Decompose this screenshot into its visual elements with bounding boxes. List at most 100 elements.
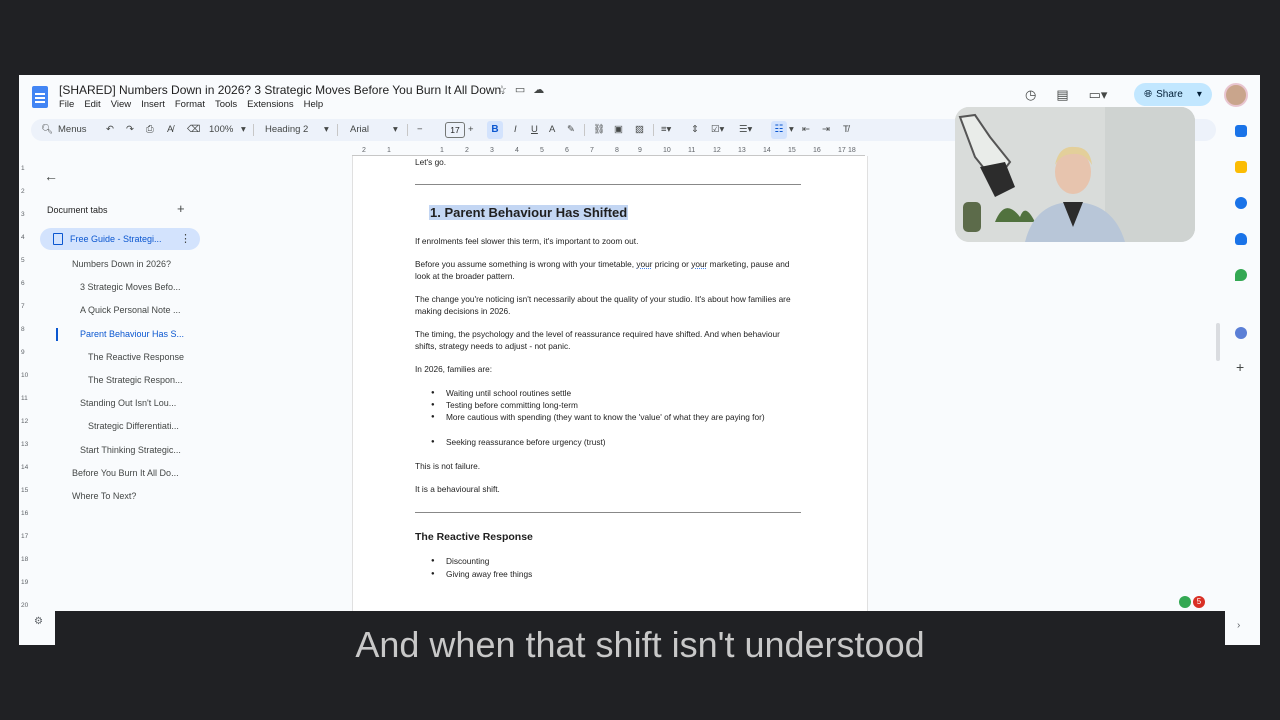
ruler-tick: 17 (838, 147, 846, 154)
increase-indent-icon[interactable]: ⇥ (822, 124, 830, 135)
menu-file[interactable]: File (59, 99, 74, 110)
outline-item[interactable]: A Quick Personal Note ... (80, 305, 181, 315)
vruler-tick: 20 (21, 602, 29, 609)
docs-logo-icon[interactable] (32, 86, 48, 108)
meet-icon[interactable]: ▭▾ (1089, 87, 1108, 103)
menu-insert[interactable]: Insert (141, 99, 165, 110)
highlight-icon[interactable]: ✎ (567, 124, 575, 135)
outline-item[interactable]: The Strategic Respon... (88, 375, 183, 385)
font-select[interactable]: Arial (350, 124, 369, 135)
bulleted-list-icon[interactable]: ☰▾ (739, 124, 752, 135)
calendar-icon[interactable] (1235, 125, 1247, 137)
underline-button[interactable]: U (531, 124, 538, 135)
print-icon[interactable]: ⎙ (146, 124, 154, 135)
font-size-input[interactable]: 17 (445, 122, 465, 138)
zoom-select[interactable]: 100% (209, 124, 233, 135)
comments-icon[interactable]: ▤ (1056, 87, 1068, 103)
vruler-tick: 14 (21, 464, 29, 471)
gemini-icon[interactable] (1235, 327, 1247, 339)
cloud-status-icon[interactable]: ☁ (533, 83, 544, 96)
outline-item[interactable]: Strategic Differentiati... (88, 421, 179, 431)
decrease-indent-icon[interactable]: ⇤ (802, 124, 810, 135)
outline-item[interactable]: The Reactive Response (88, 352, 184, 362)
font-chevron-icon[interactable]: ▾ (393, 124, 398, 135)
vruler-tick: 4 (21, 234, 25, 241)
share-button[interactable]: 🌐︎ Share ▾ (1134, 83, 1212, 106)
image-icon[interactable]: ▨ (635, 124, 644, 135)
avatar[interactable] (1224, 83, 1248, 107)
comment-icon[interactable]: ▣ (614, 124, 623, 135)
numbered-chevron-icon[interactable]: ▾ (789, 124, 794, 135)
redo-icon[interactable]: ↷ (126, 124, 134, 135)
link-icon[interactable]: ⛓ (593, 124, 605, 135)
outline-item[interactable]: 3 Strategic Moves Befo... (80, 282, 181, 292)
checklist-icon[interactable]: ☑▾ (711, 124, 724, 135)
header-actions: ◷ ▤ ▭▾ (1025, 87, 1107, 103)
paragraph: Before you assume something is wrong wit… (415, 258, 800, 282)
notification-badge[interactable]: 5 (1193, 596, 1205, 608)
vruler-tick: 7 (21, 303, 25, 310)
star-icon[interactable]: ☆ (497, 83, 507, 96)
history-icon[interactable]: ◷ (1025, 87, 1036, 103)
zoom-chevron-icon[interactable]: ▾ (241, 124, 246, 135)
globe-icon: 🌐︎ (1144, 89, 1153, 100)
menus-search[interactable]: Menus (58, 124, 87, 135)
tasks-icon[interactable] (1235, 197, 1247, 209)
decrease-font-icon[interactable]: − (417, 124, 423, 135)
outline-item[interactable]: Start Thinking Strategic... (80, 445, 181, 455)
keep-icon[interactable] (1235, 161, 1247, 173)
text-run: Before you assume something is wrong wit… (415, 259, 637, 269)
vertical-ruler[interactable]: 1 2 3 4 5 6 7 8 9 10 11 12 13 14 15 16 1… (21, 155, 29, 635)
add-tab-icon[interactable]: + (177, 201, 185, 216)
webcam-person-image (955, 107, 1195, 242)
menu-format[interactable]: Format (175, 99, 205, 110)
menu-tools[interactable]: Tools (215, 99, 237, 110)
chevron-down-icon[interactable]: ▾ (1197, 89, 1202, 100)
style-chevron-icon[interactable]: ▾ (324, 124, 329, 135)
style-select[interactable]: Heading 2 (265, 124, 308, 135)
bold-button[interactable]: B (487, 121, 503, 139)
explore-icon[interactable] (1179, 596, 1191, 608)
document-title[interactable]: [SHARED] Numbers Down in 2026? 3 Strateg… (59, 83, 505, 97)
outline-item[interactable]: Before You Burn It All Do... (72, 468, 179, 478)
ruler-tick: 7 (590, 147, 594, 154)
list-item: More cautious with spending (they want t… (431, 411, 802, 423)
outline-item[interactable]: Where To Next? (72, 491, 136, 501)
move-folder-icon[interactable]: ▭ (515, 83, 525, 96)
tab-free-guide[interactable]: Free Guide - Strategi... ⋮ (40, 228, 200, 250)
italic-button[interactable]: I (514, 124, 517, 135)
align-icon[interactable]: ≡▾ (661, 124, 671, 135)
menu-view[interactable]: View (111, 99, 131, 110)
outline-item-active[interactable]: Parent Behaviour Has S... (80, 329, 184, 339)
add-addon-icon[interactable]: + (1236, 359, 1244, 375)
numbered-list-icon[interactable]: ☷ (771, 121, 787, 139)
clear-formatting-icon[interactable]: T̸ (843, 124, 849, 135)
menu-extensions[interactable]: Extensions (247, 99, 293, 110)
paragraph: It is a behavioural shift. (415, 484, 500, 494)
menu-edit[interactable]: Edit (84, 99, 100, 110)
text-run: pricing or (652, 259, 692, 269)
ruler-tick: 15 (788, 147, 796, 154)
maps-icon[interactable] (1235, 269, 1247, 281)
menu-help[interactable]: Help (304, 99, 324, 110)
tab-label: Free Guide - Strategi... (70, 234, 162, 244)
search-icon[interactable]: 🔍︎ (41, 124, 53, 135)
outline-item[interactable]: Numbers Down in 2026? (72, 259, 171, 269)
paint-format-icon[interactable]: ⌫ (187, 124, 200, 135)
undo-icon[interactable]: ↶ (106, 124, 114, 135)
outline-item[interactable]: Standing Out Isn't Lou... (80, 398, 176, 408)
document-page[interactable]: Let's go. 1. Parent Behaviour Has Shifte… (352, 156, 868, 645)
share-label: Share (1156, 89, 1183, 100)
more-vert-icon[interactable]: ⋮ (180, 232, 191, 245)
vruler-tick: 9 (21, 349, 25, 356)
increase-font-icon[interactable]: + (468, 124, 474, 135)
vruler-tick: 13 (21, 441, 29, 448)
suggestion-word[interactable]: your (691, 259, 707, 269)
text-color-icon[interactable]: A (549, 124, 555, 135)
scrollbar-thumb[interactable] (1216, 323, 1220, 361)
contacts-icon[interactable] (1235, 233, 1247, 245)
line-spacing-icon[interactable]: ⇕ (691, 124, 699, 135)
spellcheck-icon[interactable]: A̸ (167, 124, 173, 135)
back-arrow-icon[interactable]: ← (44, 168, 58, 184)
suggestion-word[interactable]: your (636, 259, 652, 269)
